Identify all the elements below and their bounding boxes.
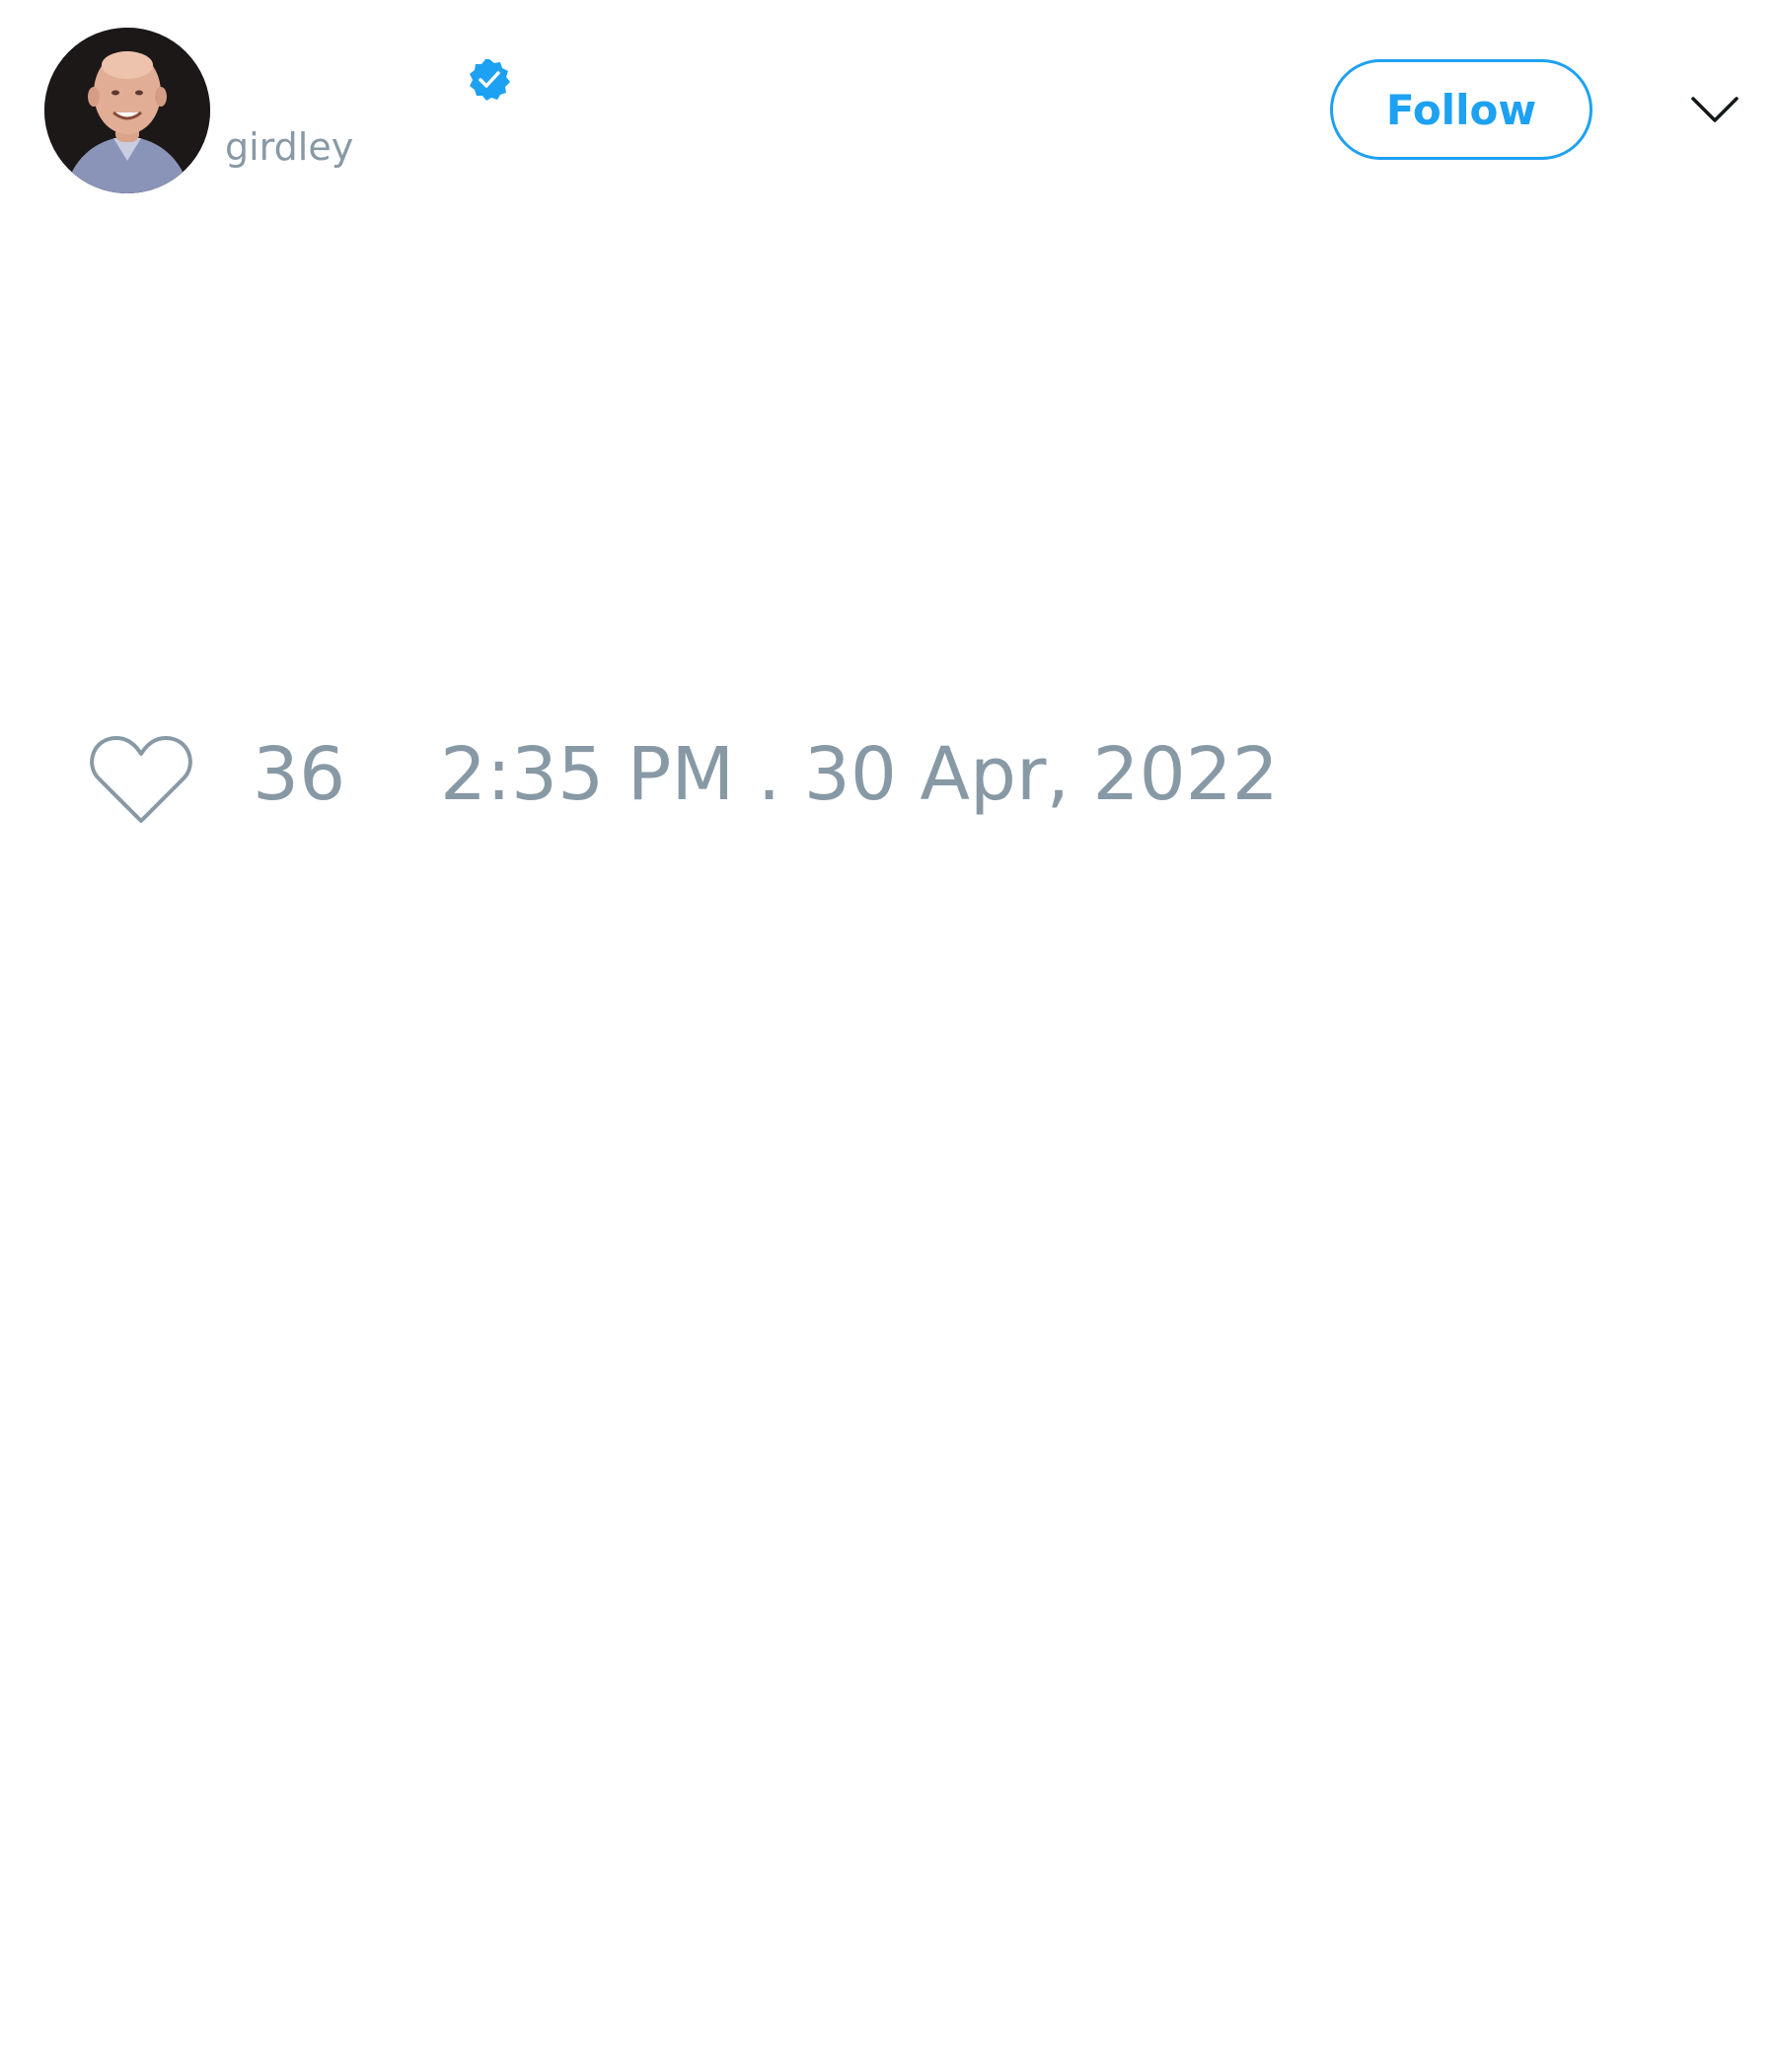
- chevron-down-icon[interactable]: [1689, 91, 1740, 130]
- profile-photo: [44, 28, 210, 193]
- heart-outline-icon[interactable]: [87, 730, 195, 829]
- avatar[interactable]: [44, 28, 210, 193]
- tweet-timestamp[interactable]: 2:35 PM . 30 Apr, 2022: [440, 738, 1279, 811]
- tweet-header: girdley Follow: [0, 0, 1776, 217]
- author-handle[interactable]: girdley: [225, 128, 353, 166]
- tweet-footer: 36 2:35 PM . 30 Apr, 2022: [0, 720, 1776, 839]
- follow-button[interactable]: Follow: [1330, 59, 1592, 160]
- verified-badge-icon: [470, 59, 510, 101]
- like-count: 36: [253, 732, 346, 817]
